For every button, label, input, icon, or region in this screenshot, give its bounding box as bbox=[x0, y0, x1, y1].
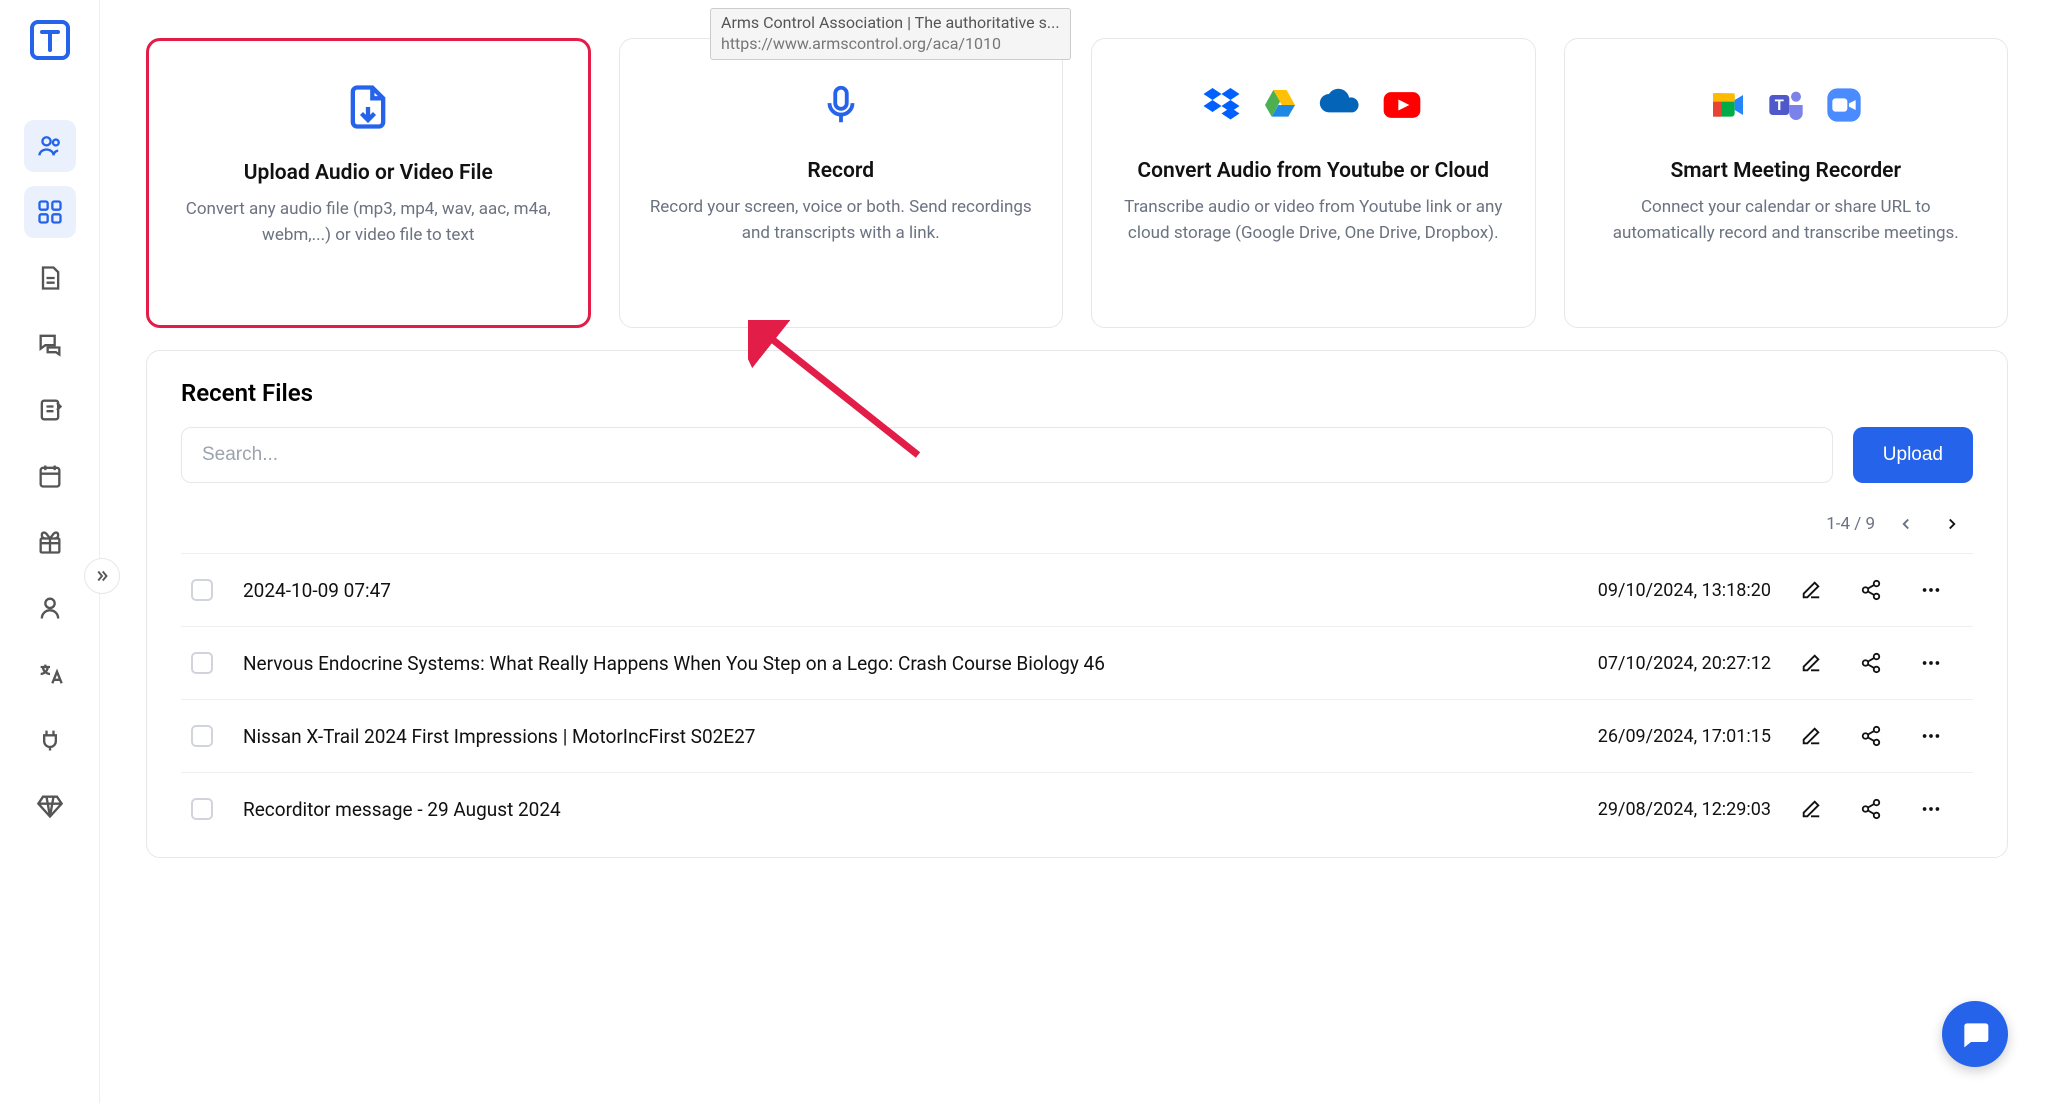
pager-next-button[interactable] bbox=[1937, 509, 1967, 539]
svg-text:T: T bbox=[1774, 96, 1783, 114]
nav-translate-icon[interactable] bbox=[24, 648, 76, 700]
search-input[interactable] bbox=[181, 427, 1833, 483]
file-row[interactable]: Nissan X-Trail 2024 First Impressions | … bbox=[181, 699, 1973, 772]
more-icon[interactable] bbox=[1915, 720, 1947, 752]
recent-files-panel: Recent Files Upload 1-4 / 9 2024-10-09 0… bbox=[146, 350, 2008, 858]
recent-heading: Recent Files bbox=[181, 379, 1973, 407]
gdrive-icon bbox=[1260, 85, 1300, 125]
sidebar bbox=[0, 0, 100, 1103]
file-row[interactable]: Nervous Endocrine Systems: What Really H… bbox=[181, 626, 1973, 699]
dropbox-icon bbox=[1202, 85, 1242, 125]
hover-tooltip: Arms Control Association | The authorita… bbox=[710, 8, 1071, 60]
upload-card-desc: Convert any audio file (mp3, mp4, wav, a… bbox=[175, 197, 562, 248]
file-title: Nissan X-Trail 2024 First Impressions | … bbox=[243, 725, 1551, 748]
nav-document-icon[interactable] bbox=[24, 252, 76, 304]
nav-notebook-icon[interactable] bbox=[24, 384, 76, 436]
microphone-icon bbox=[818, 82, 864, 128]
file-list: 2024-10-09 07:47 09/10/2024, 13:18:20 Ne… bbox=[181, 553, 1973, 845]
share-icon[interactable] bbox=[1855, 574, 1887, 606]
chat-widget-button[interactable] bbox=[1942, 1001, 2008, 1067]
nav-diamond-icon[interactable] bbox=[24, 780, 76, 832]
action-cards: Upload Audio or Video File Convert any a… bbox=[146, 38, 2008, 328]
tooltip-title: Arms Control Association | The authorita… bbox=[721, 13, 1060, 34]
file-row[interactable]: Recorditor message - 29 August 2024 29/0… bbox=[181, 772, 1973, 845]
share-icon[interactable] bbox=[1855, 647, 1887, 679]
meeting-card-title: Smart Meeting Recorder bbox=[1670, 159, 1901, 183]
nav-plugin-icon[interactable] bbox=[24, 714, 76, 766]
pagination: 1-4 / 9 bbox=[181, 501, 1973, 553]
nav-chat-icon[interactable] bbox=[24, 318, 76, 370]
edit-icon[interactable] bbox=[1795, 647, 1827, 679]
app-logo-icon[interactable] bbox=[30, 20, 70, 60]
file-checkbox[interactable] bbox=[191, 579, 213, 601]
file-checkbox[interactable] bbox=[191, 652, 213, 674]
nav-calendar-icon[interactable] bbox=[24, 450, 76, 502]
cloud-card-desc: Transcribe audio or video from Youtube l… bbox=[1118, 195, 1509, 246]
file-date: 29/08/2024, 12:29:03 bbox=[1563, 799, 1783, 820]
main-content: Upload Audio or Video File Convert any a… bbox=[146, 38, 2008, 858]
upload-card[interactable]: Upload Audio or Video File Convert any a… bbox=[146, 38, 591, 328]
edit-icon[interactable] bbox=[1795, 574, 1827, 606]
edit-icon[interactable] bbox=[1795, 720, 1827, 752]
zoom-icon bbox=[1824, 85, 1864, 125]
share-icon[interactable] bbox=[1855, 720, 1887, 752]
nav-user-icon[interactable] bbox=[24, 582, 76, 634]
edit-icon[interactable] bbox=[1795, 793, 1827, 825]
upload-button[interactable]: Upload bbox=[1853, 427, 1973, 483]
sidebar-expand-button[interactable] bbox=[84, 558, 120, 594]
file-title: Nervous Endocrine Systems: What Really H… bbox=[243, 652, 1551, 675]
youtube-icon bbox=[1380, 83, 1424, 127]
file-date: 07/10/2024, 20:27:12 bbox=[1563, 653, 1783, 674]
more-icon[interactable] bbox=[1915, 574, 1947, 606]
meeting-card-desc: Connect your calendar or share URL to au… bbox=[1591, 195, 1982, 246]
more-icon[interactable] bbox=[1915, 793, 1947, 825]
file-title: Recorditor message - 29 August 2024 bbox=[243, 798, 1551, 821]
pager-label: 1-4 / 9 bbox=[1826, 514, 1875, 534]
file-checkbox[interactable] bbox=[191, 798, 213, 820]
record-card-title: Record bbox=[807, 159, 874, 183]
cloud-card-title: Convert Audio from Youtube or Cloud bbox=[1137, 159, 1489, 183]
share-icon[interactable] bbox=[1855, 793, 1887, 825]
record-card-desc: Record your screen, voice or both. Send … bbox=[646, 195, 1037, 246]
teams-icon: T bbox=[1766, 85, 1806, 125]
nav-team-icon[interactable] bbox=[24, 120, 76, 172]
file-date: 26/09/2024, 17:01:15 bbox=[1563, 726, 1783, 747]
tooltip-url: https://www.armscontrol.org/aca/1010 bbox=[721, 34, 1060, 55]
file-date: 09/10/2024, 13:18:20 bbox=[1563, 580, 1783, 601]
nav-dashboard-icon[interactable] bbox=[24, 186, 76, 238]
pager-prev-button[interactable] bbox=[1891, 509, 1921, 539]
onedrive-icon bbox=[1318, 83, 1362, 127]
file-checkbox[interactable] bbox=[191, 725, 213, 747]
nav-gift-icon[interactable] bbox=[24, 516, 76, 568]
file-row[interactable]: 2024-10-09 07:47 09/10/2024, 13:18:20 bbox=[181, 553, 1973, 626]
gmeet-icon bbox=[1708, 85, 1748, 125]
upload-card-title: Upload Audio or Video File bbox=[244, 161, 493, 185]
file-title: 2024-10-09 07:47 bbox=[243, 579, 1551, 602]
meeting-card[interactable]: T Smart Meeting Recorder Connect your ca… bbox=[1564, 38, 2009, 328]
file-upload-icon bbox=[342, 81, 394, 133]
record-card[interactable]: Record Record your screen, voice or both… bbox=[619, 38, 1064, 328]
more-icon[interactable] bbox=[1915, 647, 1947, 679]
cloud-card[interactable]: Convert Audio from Youtube or Cloud Tran… bbox=[1091, 38, 1536, 328]
